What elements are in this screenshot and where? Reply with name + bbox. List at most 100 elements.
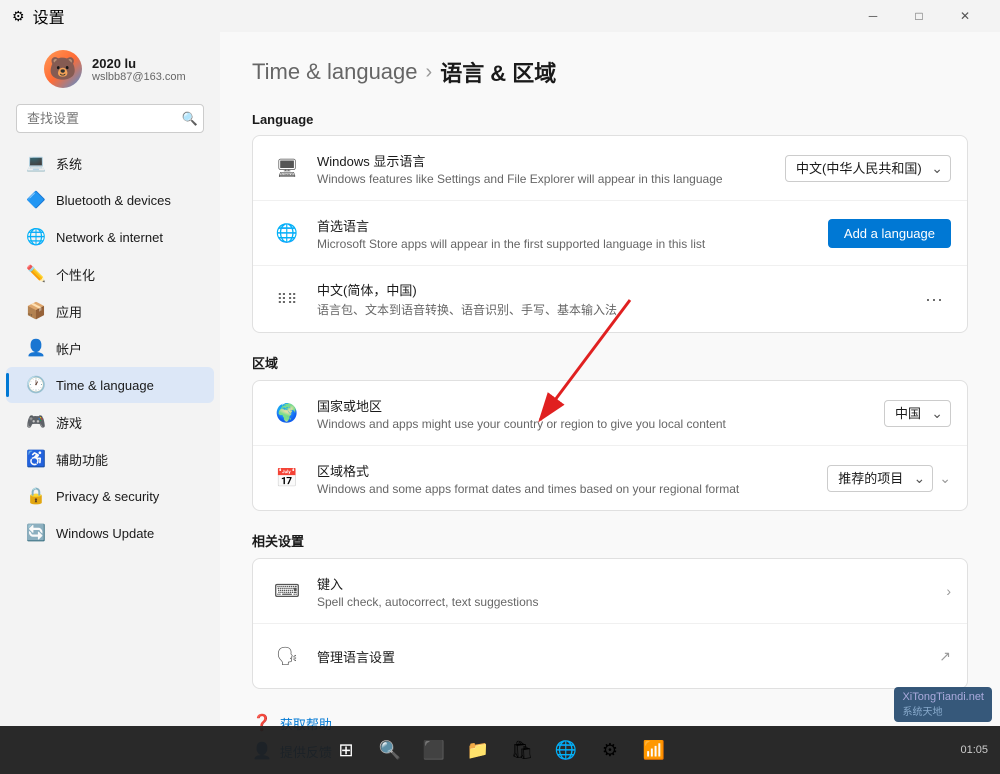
country-title: 国家或地区 <box>317 396 884 415</box>
nav-item-network[interactable]: 🌐 Network & internet <box>6 219 214 255</box>
nav-item-apps[interactable]: 📦 应用 <box>6 293 214 329</box>
nav-label-accounts: 帐户 <box>56 339 82 358</box>
user-info: 2020 lu wslbb87@163.com <box>92 56 186 83</box>
breadcrumb-separator: › <box>426 61 433 84</box>
bluetooth-icon: 🔷 <box>26 190 46 210</box>
settings-taskbar-button[interactable]: ⚙ <box>590 730 630 770</box>
display-lang-select-wrapper: 中文(中华人民共和国) <box>785 155 951 182</box>
nav-label-apps: 应用 <box>56 302 82 321</box>
country-icon: 🌍 <box>269 395 305 431</box>
related-card: ⌨ 键入 Spell check, autocorrect, text sugg… <box>252 558 968 689</box>
chrome-button[interactable]: 🌐 <box>546 730 586 770</box>
nav-item-personalize[interactable]: ✏️ 个性化 <box>6 256 214 292</box>
region-section-title: 区域 <box>252 353 968 372</box>
lang-settings-action: ↗ <box>939 648 951 665</box>
user-profile[interactable]: 🐻 2020 lu wslbb87@163.com <box>0 40 220 104</box>
language-card: 🖥 Windows 显示语言 Windows features like Set… <box>252 135 968 333</box>
user-email: wslbb87@163.com <box>92 71 186 83</box>
preferred-lang-action: Add a language <box>828 219 951 248</box>
search-input[interactable] <box>16 104 204 133</box>
nav-item-accounts[interactable]: 👤 帐户 <box>6 330 214 366</box>
nav-label-gaming: 游戏 <box>56 413 82 432</box>
breadcrumb: Time & language › 语言 & 区域 <box>252 56 968 88</box>
chinese-lang-title: 中文(简体，中国) <box>317 280 917 299</box>
title-bar-text: 设置 <box>33 4 65 28</box>
regional-format-title: 区域格式 <box>317 461 827 480</box>
close-button[interactable]: ✕ <box>942 0 988 32</box>
country-select[interactable]: 中国 <box>884 400 951 427</box>
page-title: 语言 & 区域 <box>440 56 556 88</box>
title-bar-controls: ─ □ ✕ <box>850 0 988 32</box>
nav-item-system[interactable]: 💻 系统 <box>6 145 214 181</box>
add-language-button[interactable]: Add a language <box>828 219 951 248</box>
nav-item-privacy[interactable]: 🔒 Privacy & security <box>6 478 214 514</box>
regional-format-select[interactable]: 推荐的项目 <box>827 465 933 492</box>
apps-icon: 📦 <box>26 301 46 321</box>
chinese-lang-subtitle: 语言包、文本到语音转换、语音识别、手写、基本输入法 <box>317 301 917 318</box>
country-row[interactable]: 🌍 国家或地区 Windows and apps might use your … <box>253 381 967 446</box>
preferred-language-row[interactable]: 🌐 首选语言 Microsoft Store apps will appear … <box>253 201 967 266</box>
display-lang-subtitle: Windows features like Settings and File … <box>317 172 785 186</box>
network-icon: 🌐 <box>26 227 46 247</box>
typing-subtitle: Spell check, autocorrect, text suggestio… <box>317 595 946 609</box>
display-lang-select[interactable]: 中文(中华人民共和国) <box>785 155 951 182</box>
nav-label-personalize: 个性化 <box>56 265 95 284</box>
taskbar-time: 01:05 <box>960 744 988 756</box>
system-icon: 💻 <box>26 153 46 173</box>
nav-label-accessibility: 辅助功能 <box>56 450 108 469</box>
display-language-row[interactable]: 🖥 Windows 显示语言 Windows features like Set… <box>253 136 967 201</box>
display-lang-action: 中文(中华人民共和国) <box>785 155 951 182</box>
file-explorer-button[interactable]: 📁 <box>458 730 498 770</box>
taskbar-search[interactable]: 🔍 <box>370 730 410 770</box>
related-section-title: 相关设置 <box>252 531 968 550</box>
app-container: 🐻 2020 lu wslbb87@163.com 🔍 💻 系统 🔷 Bluet… <box>0 32 1000 774</box>
search-icon[interactable]: 🔍 <box>182 111 198 127</box>
nav-label-update: Windows Update <box>56 526 154 541</box>
nav-item-gaming[interactable]: 🎮 游戏 <box>6 404 214 440</box>
nav-label-privacy: Privacy & security <box>56 489 159 504</box>
nav-item-update[interactable]: 🔄 Windows Update <box>6 515 214 551</box>
lang-settings-title: 管理语言设置 <box>317 647 939 666</box>
maximize-button[interactable]: □ <box>896 0 942 32</box>
start-button[interactable]: ⊞ <box>326 730 366 770</box>
accounts-icon: 👤 <box>26 338 46 358</box>
time-icon: 🕐 <box>26 375 46 395</box>
preferred-lang-text: 首选语言 Microsoft Store apps will appear in… <box>317 216 828 251</box>
sidebar: 🐻 2020 lu wslbb87@163.com 🔍 💻 系统 🔷 Bluet… <box>0 32 220 774</box>
regional-format-chevron: ⌄ <box>939 470 951 487</box>
regional-format-select-wrapper: 推荐的项目 <box>827 465 933 492</box>
minimize-button[interactable]: ─ <box>850 0 896 32</box>
nav-item-accessibility[interactable]: ♿ 辅助功能 <box>6 441 214 477</box>
preferred-lang-title: 首选语言 <box>317 216 828 235</box>
lang-settings-text: 管理语言设置 <box>317 647 939 666</box>
lang-settings-row[interactable]: 🗣 管理语言设置 ↗ <box>253 624 967 688</box>
typing-icon: ⌨ <box>269 573 305 609</box>
regional-format-text: 区域格式 Windows and some apps format dates … <box>317 461 827 496</box>
country-select-wrapper: 中国 <box>884 400 951 427</box>
nav-label-bluetooth: Bluetooth & devices <box>56 193 171 208</box>
update-icon: 🔄 <box>26 523 46 543</box>
nav-label-system: 系统 <box>56 154 82 173</box>
lang-settings-icon: 🗣 <box>269 638 305 674</box>
regional-format-row[interactable]: 📅 区域格式 Windows and some apps format date… <box>253 446 967 510</box>
taskbar-center: ⊞ 🔍 ⬛ 📁 🛍 🌐 ⚙ 📶 <box>326 730 674 770</box>
nav-label-network: Network & internet <box>56 230 163 245</box>
chinese-lang-text: 中文(简体，中国) 语言包、文本到语音转换、语音识别、手写、基本输入法 <box>317 280 917 318</box>
chinese-language-row[interactable]: ⠿⠿ 中文(简体，中国) 语言包、文本到语音转换、语音识别、手写、基本输入法 ·… <box>253 266 967 332</box>
main-content: Time & language › 语言 & 区域 Language 🖥 Win… <box>220 32 1000 774</box>
typing-action: › <box>946 583 951 599</box>
regional-format-action: 推荐的项目 ⌄ <box>827 465 951 492</box>
dots-menu-chinese[interactable]: ··· <box>917 285 951 314</box>
preferred-lang-subtitle: Microsoft Store apps will appear in the … <box>317 237 828 251</box>
country-action: 中国 <box>884 400 951 427</box>
search-box: 🔍 <box>16 104 204 133</box>
nav-item-bluetooth[interactable]: 🔷 Bluetooth & devices <box>6 182 214 218</box>
microsoft-store-button[interactable]: 🛍 <box>502 730 542 770</box>
nav-item-time[interactable]: 🕐 Time & language <box>6 367 214 403</box>
task-view-button[interactable]: ⬛ <box>414 730 454 770</box>
preferred-lang-icon: 🌐 <box>269 215 305 251</box>
typing-row[interactable]: ⌨ 键入 Spell check, autocorrect, text sugg… <box>253 559 967 624</box>
display-lang-icon: 🖥 <box>269 150 305 186</box>
accessibility-icon: ♿ <box>26 449 46 469</box>
network-taskbar-button[interactable]: 📶 <box>634 730 674 770</box>
